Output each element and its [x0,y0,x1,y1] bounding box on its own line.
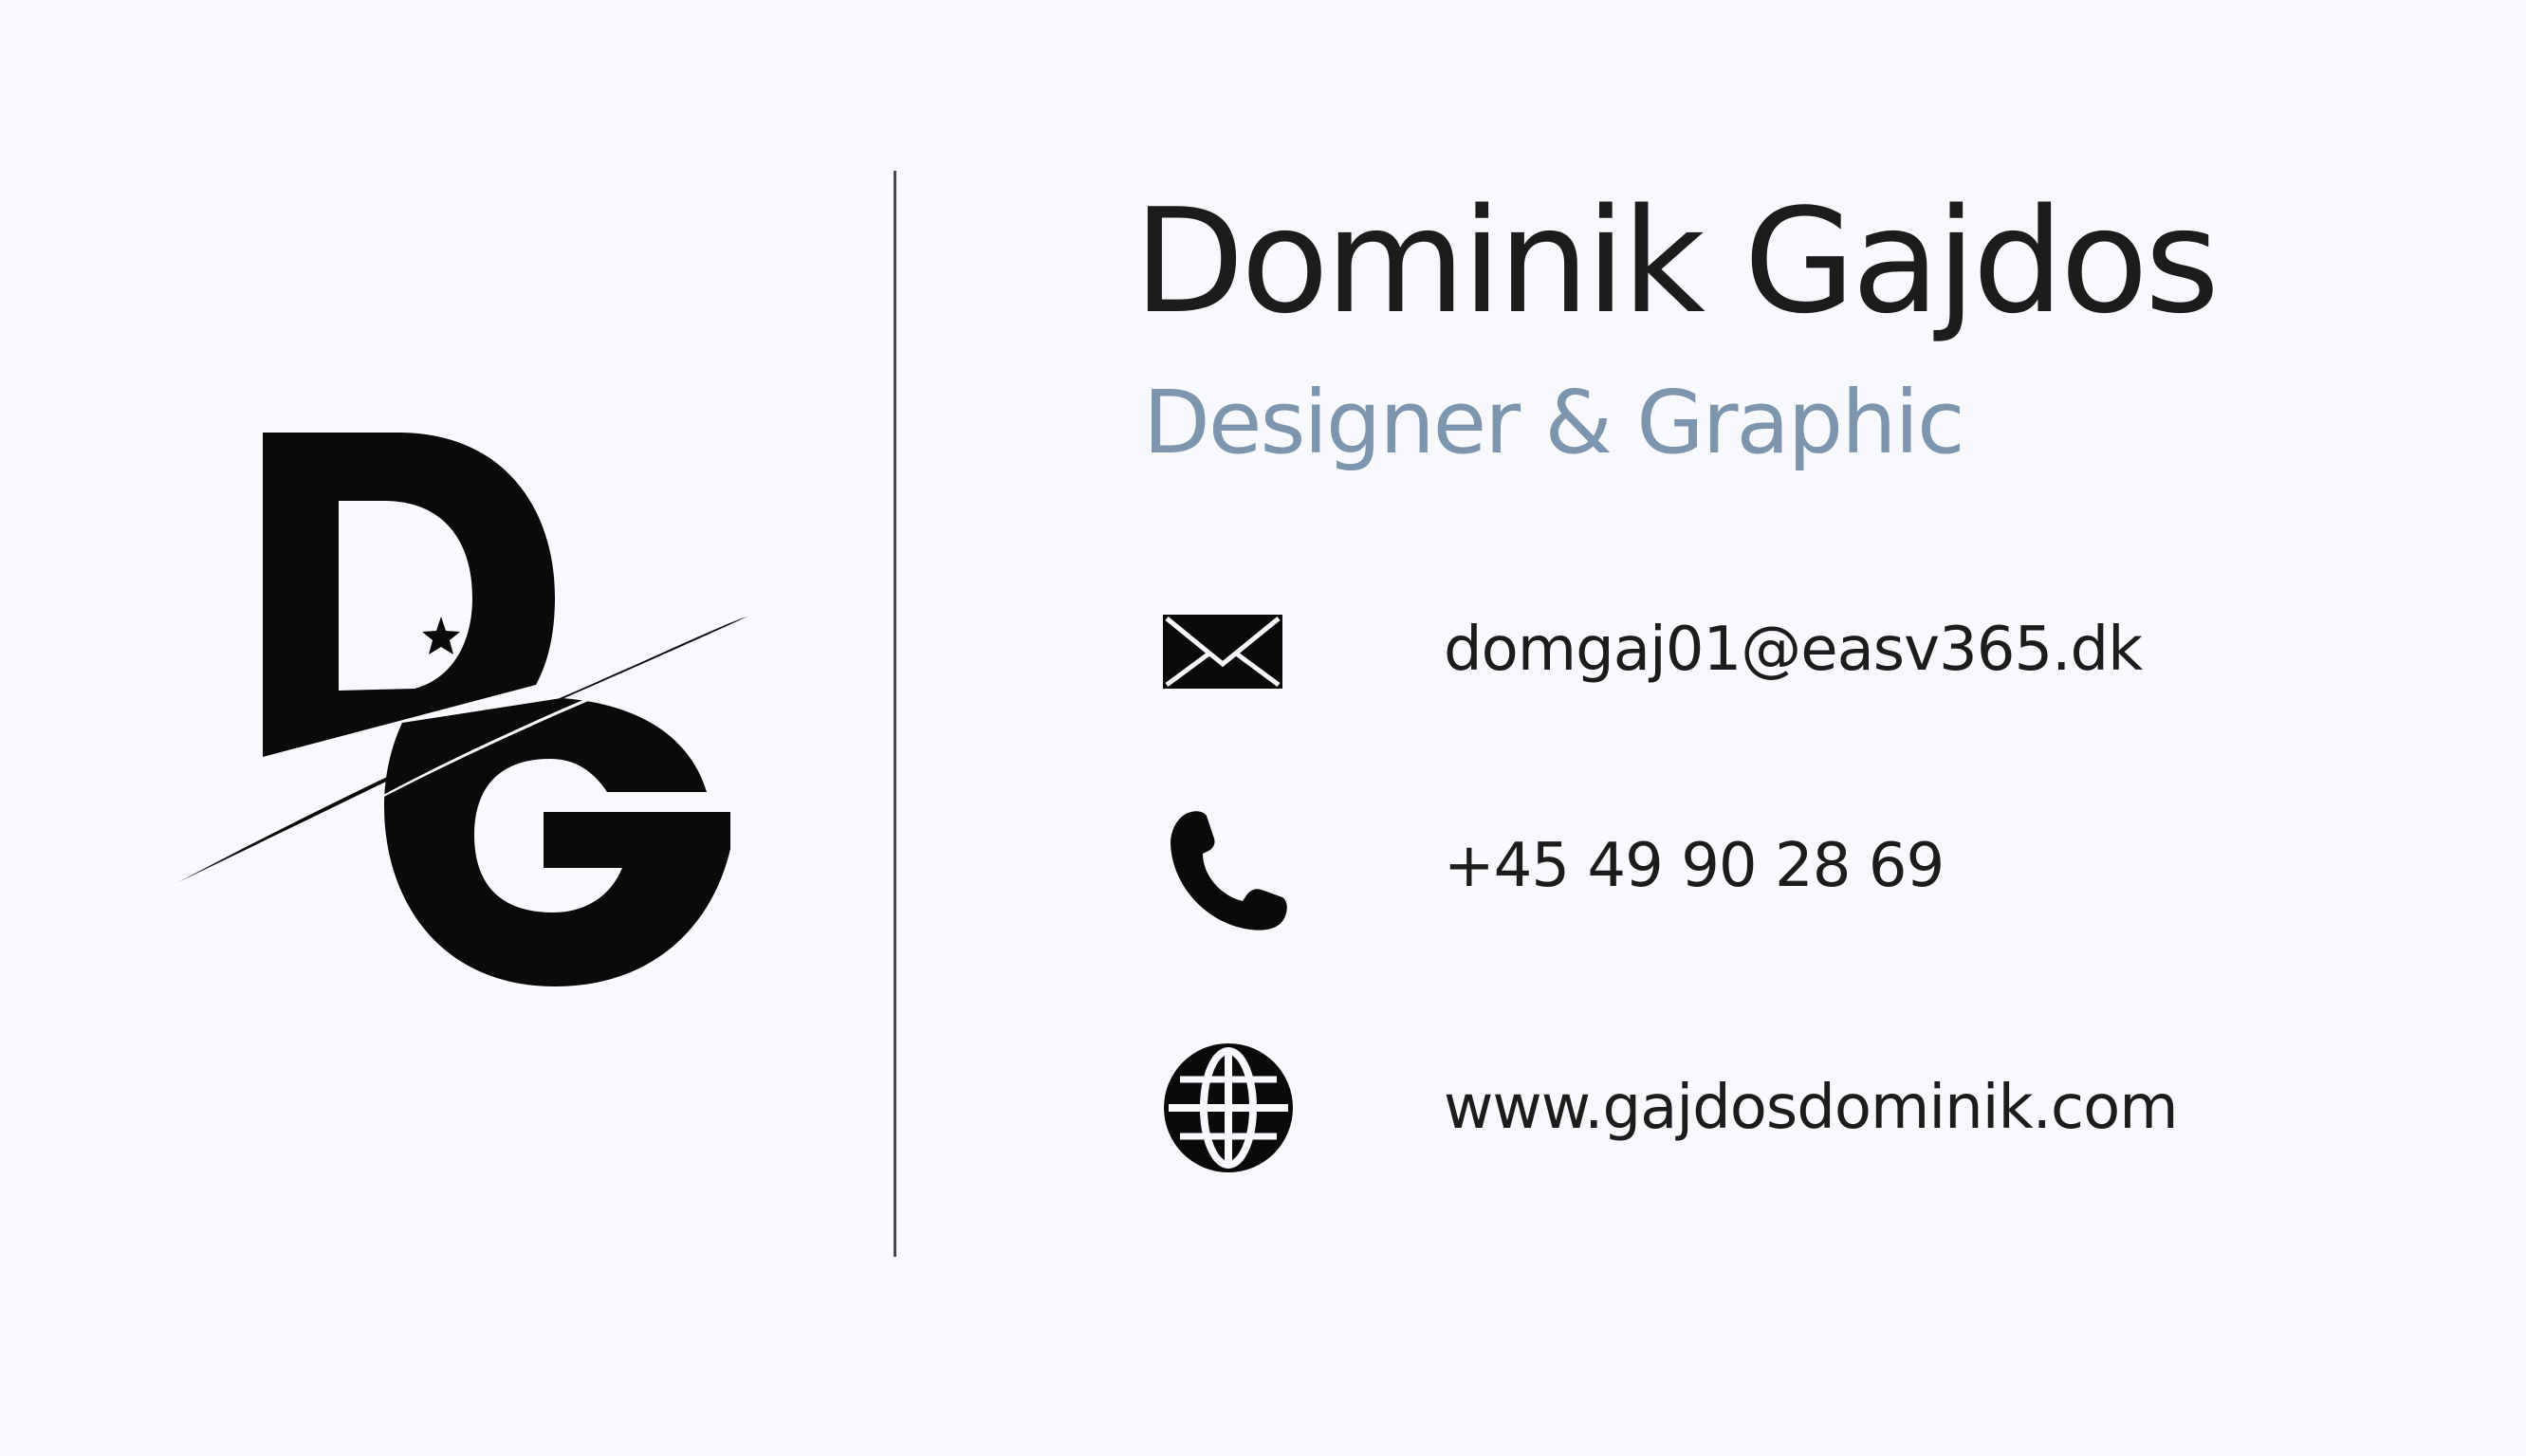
contact-phone-row: +45 49 90 28 69 [1157,795,2296,937]
envelope-icon [1163,615,1282,689]
dg-monogram-logo [178,433,747,986]
business-card: Dominik Gajdos Designer & Graphic domgaj… [0,0,2526,1456]
contact-email-row: domgaj01@easv365.dk [1157,579,2296,721]
job-title: Designer & Graphic [1143,372,1965,473]
globe-icon [1164,1043,1293,1172]
website-link[interactable]: www.gajdosdominik.com [1444,1078,2179,1138]
phone-link[interactable]: +45 49 90 28 69 [1444,836,1945,896]
email-link[interactable]: domgaj01@easv365.dk [1444,619,2143,680]
person-name: Dominik Gajdos [1134,177,2220,345]
vertical-divider [894,171,896,1257]
logo-letter-g [384,698,730,986]
contact-website-row: www.gajdosdominik.com [1157,1037,2296,1179]
star-icon [422,617,460,654]
phone-icon [1171,811,1287,931]
